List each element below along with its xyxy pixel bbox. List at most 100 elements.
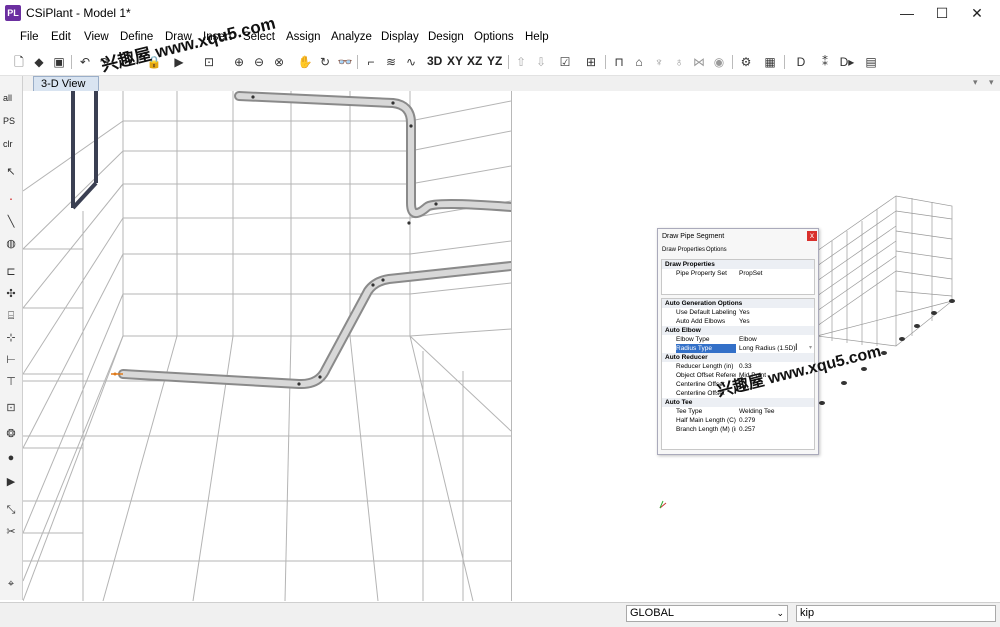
property-row[interactable]: Half Main Length (C) (in) 0.279 (662, 416, 814, 425)
snubber-icon[interactable]: ◉ (710, 53, 728, 71)
cut-icon[interactable]: ✂ (3, 524, 19, 540)
select-point-icon[interactable]: ⋅ (3, 192, 19, 208)
assign-icon[interactable]: ⊞ (582, 53, 600, 71)
move-up-icon[interactable]: ⇧ (512, 53, 530, 71)
support-icon[interactable]: ⌂ (630, 53, 648, 71)
view-xy-button[interactable]: XY (447, 54, 463, 68)
section-auto-elbow[interactable]: Auto Elbow (662, 326, 814, 335)
dialog-close-button[interactable]: x (807, 231, 817, 241)
view-tab-strip: ▾ ▾ (23, 76, 1000, 91)
zoom-in-icon[interactable]: ⊕ (230, 53, 248, 71)
close-button[interactable]: ✕ (954, 0, 1000, 27)
new-file-icon[interactable]: 🗋 (10, 53, 28, 71)
pan-icon[interactable]: ✋ (296, 53, 314, 71)
draw-line-icon[interactable]: ╲ (3, 214, 19, 230)
spring-icon[interactable]: ⋈ (690, 53, 708, 71)
table-icon[interactable]: ▦ (761, 53, 779, 71)
support-frame[interactable] (71, 91, 98, 210)
rotate-icon[interactable]: ↻ (316, 53, 334, 71)
perspective-icon[interactable]: 👓 (336, 53, 354, 71)
zoom-out-icon[interactable]: ⊖ (250, 53, 268, 71)
viewport-left[interactable] (23, 91, 512, 601)
tab-draw-properties[interactable]: Draw Properties (662, 247, 705, 253)
snap-icon[interactable]: ⌖ (3, 576, 19, 592)
menu-file[interactable]: File (20, 31, 39, 43)
property-value[interactable]: 0.257 (739, 425, 755, 434)
open-file-icon[interactable]: ◆ (30, 53, 48, 71)
menu-options[interactable]: Options (474, 31, 514, 43)
zoom-fit-icon[interactable]: ⊗ (270, 53, 288, 71)
checkbox-icon[interactable]: ☑ (556, 53, 574, 71)
stretch-icon[interactable]: ⤡ (3, 502, 19, 518)
draw-elbow-icon[interactable]: ⌐ (362, 53, 380, 71)
flag-icon[interactable]: ▶ (3, 474, 19, 490)
pointer-icon[interactable]: ↖ (3, 164, 19, 180)
restraint-icon[interactable]: ♆ (650, 53, 668, 71)
hanger-icon[interactable]: ♁ (670, 53, 688, 71)
mesh-icon[interactable]: ❂ (3, 426, 19, 442)
section-icon[interactable]: ⊡ (3, 400, 19, 416)
property-row[interactable]: Auto Add Elbows Yes (662, 317, 814, 326)
view-3d-button[interactable]: 3D (427, 54, 442, 68)
select-all-button[interactable]: all (3, 93, 12, 103)
menu-help[interactable]: Help (525, 31, 549, 43)
property-row[interactable]: Elbow Type Elbow (662, 335, 814, 344)
property-value[interactable]: Welding Tee (739, 407, 775, 416)
node-icon[interactable]: ✣ (3, 286, 19, 302)
property-row[interactable]: Use Default Labeling Yes (662, 308, 814, 317)
tab-options[interactable]: Options (706, 247, 727, 253)
property-value[interactable]: Elbow (739, 335, 757, 344)
save-icon[interactable]: ▣ (50, 53, 68, 71)
move-down-icon[interactable]: ⇩ (532, 53, 550, 71)
zoom-window-icon[interactable]: ⊡ (200, 53, 218, 71)
property-row[interactable]: Tee Type Welding Tee (662, 407, 814, 416)
previous-selection-button[interactable]: PS (3, 116, 15, 126)
menu-display[interactable]: Display (381, 31, 419, 43)
property-value[interactable]: PropSet (739, 269, 763, 278)
reducer-icon[interactable]: ⊢ (3, 352, 19, 368)
property-row-selected[interactable]: Radius Type Long Radius (1.5D) I ▾ (662, 342, 814, 353)
menu-edit[interactable]: Edit (51, 31, 71, 43)
menu-view[interactable]: View (84, 31, 109, 43)
view-yz-button[interactable]: YZ (487, 54, 502, 68)
draw-area-icon[interactable]: ◍ (3, 236, 19, 252)
property-name: Reducer Length (in) (676, 363, 734, 370)
property-value[interactable]: 0.279 (739, 416, 755, 425)
menu-assign[interactable]: Assign (286, 31, 321, 43)
pipe-segments[interactable] (118, 91, 511, 390)
design-check-icon[interactable]: ⁑ (816, 53, 834, 71)
design-d-icon[interactable]: D (792, 53, 810, 71)
units-field[interactable]: kip (796, 605, 996, 622)
property-value[interactable]: Yes (739, 317, 750, 326)
joint-icon[interactable]: ⊹ (3, 330, 19, 346)
property-value[interactable]: Yes (739, 308, 750, 317)
draw-spline-icon[interactable]: ∿ (402, 53, 420, 71)
view-xz-button[interactable]: XZ (467, 54, 482, 68)
section-auto-tee[interactable]: Auto Tee (662, 398, 814, 407)
section-draw-properties[interactable]: Draw Properties (662, 260, 814, 269)
design-run-icon[interactable]: D▸ (838, 53, 856, 71)
analysis-icon[interactable]: ⚙ (737, 53, 755, 71)
dropdown-chevron-icon[interactable]: ▾ (809, 344, 812, 353)
tab-menu-chevron-icon-2[interactable]: ▾ (989, 77, 994, 88)
undo-icon[interactable]: ↶ (76, 53, 94, 71)
link-icon[interactable]: ⌸ (3, 308, 19, 324)
menu-analyze[interactable]: Analyze (331, 31, 372, 43)
clear-selection-button[interactable]: clr (3, 139, 13, 149)
tab-menu-chevron-icon[interactable]: ▾ (973, 77, 978, 88)
draw-pipe-icon[interactable]: ≋ (382, 53, 400, 71)
frame-icon[interactable]: ⊓ (610, 53, 628, 71)
menu-design[interactable]: Design (428, 31, 464, 43)
design-report-icon[interactable]: ▤ (862, 53, 880, 71)
tab-3d-view[interactable]: 3-D View (33, 76, 99, 91)
tee-icon[interactable]: ⊤ (3, 374, 19, 390)
beam-icon[interactable]: ⊏ (3, 264, 19, 280)
property-row[interactable]: Branch Length (M) (in) 0.257 (662, 425, 814, 434)
section-auto-generation[interactable]: Auto Generation Options (662, 299, 814, 308)
text-cursor-icon: I (795, 342, 798, 352)
sphere-icon[interactable]: ● (3, 450, 19, 466)
property-value-dropdown[interactable]: Long Radius (1.5D) (739, 344, 795, 353)
property-row[interactable]: Pipe Property Set PropSet (662, 269, 814, 278)
chevron-down-icon[interactable]: ⌄ (776, 606, 784, 621)
coordinate-system-select[interactable]: GLOBAL ⌄ (626, 605, 788, 622)
